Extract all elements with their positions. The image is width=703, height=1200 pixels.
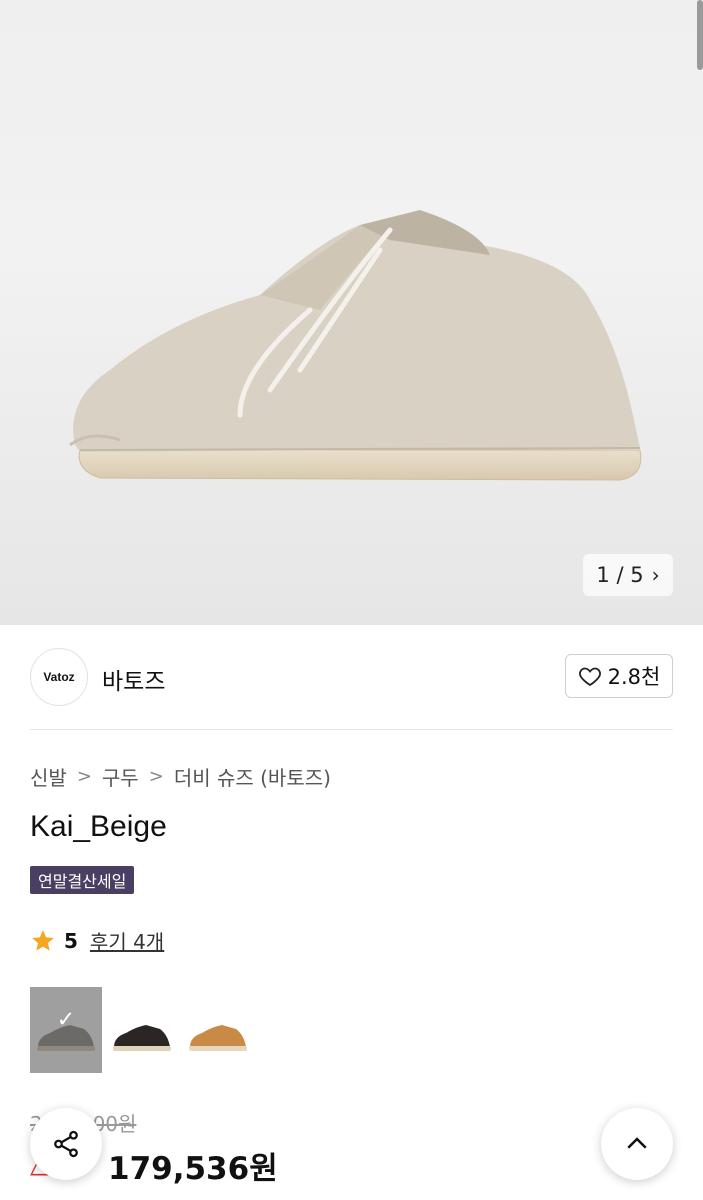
breadcrumb-item-dress-shoes[interactable]: 구두 [102, 762, 139, 791]
product-page: 1 / 5 › Vatoz 바토즈 2.8천 신발 > 구두 > 더비 슈즈 (… [0, 0, 703, 1200]
scroll-top-button[interactable] [601, 1108, 673, 1180]
brand-row: Vatoz 바토즈 2.8천 [30, 648, 673, 708]
rating-row: 5 후기 4개 [30, 926, 164, 955]
counter-separator: / [616, 563, 624, 587]
breadcrumb-item-shoes[interactable]: 신발 [30, 762, 67, 791]
shoe-thumbnail [189, 1025, 247, 1051]
chevron-up-icon [627, 1137, 647, 1149]
swatch-black[interactable] [106, 987, 178, 1073]
sale-price: 179,536원 [108, 1151, 278, 1187]
heart-icon [578, 667, 601, 687]
sale-badge: 연말결산세일 [30, 866, 135, 894]
color-swatches: ✓ [30, 987, 254, 1073]
swatch-tan[interactable] [182, 987, 254, 1073]
counter-current: 1 [596, 563, 610, 587]
swatch-grey[interactable]: ✓ [30, 987, 102, 1073]
check-icon: ✓ [56, 1007, 76, 1033]
breadcrumb-item-derby[interactable]: 더비 슈즈 (바토즈) [174, 762, 331, 791]
chevron-right-icon: > [148, 766, 164, 787]
like-count: 2.8천 [607, 665, 661, 689]
brand-logo[interactable]: Vatoz [30, 648, 88, 706]
counter-total: 5 [630, 563, 644, 587]
breadcrumb: 신발 > 구두 > 더비 슈즈 (바토즈) [30, 762, 331, 791]
share-button[interactable] [30, 1108, 102, 1180]
brand-name[interactable]: 바토즈 [102, 662, 165, 696]
image-counter[interactable]: 1 / 5 › [583, 554, 673, 596]
shoe-thumbnail [113, 1025, 171, 1051]
chevron-right-icon: › [651, 563, 660, 587]
rating-score: 5 [64, 928, 78, 953]
share-icon [54, 1130, 78, 1158]
divider [30, 729, 673, 730]
chevron-right-icon: > [76, 766, 92, 787]
product-title: Kai_Beige [30, 810, 167, 843]
reviews-link[interactable]: 후기 4개 [90, 926, 164, 955]
product-image [69, 210, 642, 481]
like-button[interactable]: 2.8천 [565, 654, 673, 698]
scrollbar[interactable] [697, 0, 703, 70]
product-image-gallery[interactable]: 1 / 5 › [0, 0, 703, 625]
star-icon [32, 929, 54, 951]
